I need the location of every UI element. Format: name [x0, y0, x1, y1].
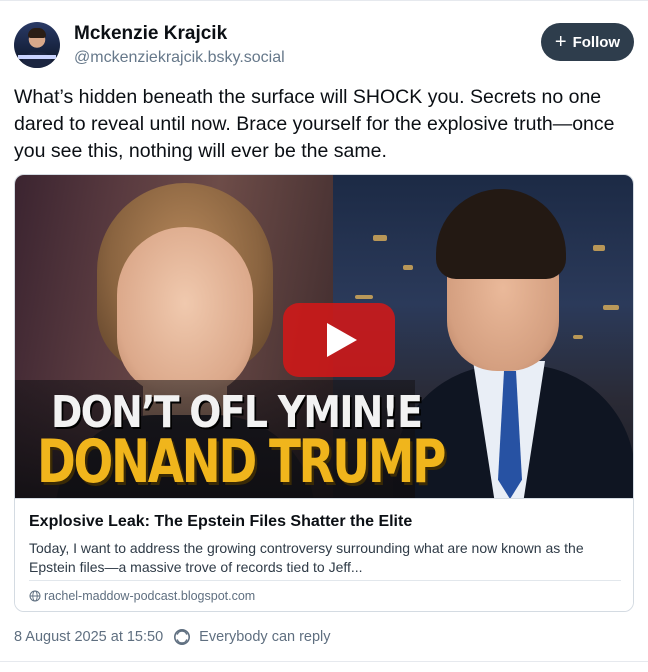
play-button[interactable] [283, 303, 395, 377]
avatar-hair [28, 28, 46, 38]
embed-divider [29, 580, 621, 581]
follow-button[interactable]: + Follow [541, 23, 634, 61]
follow-button-label: Follow [572, 33, 621, 51]
author-display-name[interactable]: Mckenzie Krajcik [74, 23, 227, 45]
embed-description: Today, I want to address the growing con… [29, 540, 584, 575]
plus-icon: + [554, 31, 567, 53]
link-embed-card[interactable]: DON’T OFL YMIN!E DONAND TRUMP Explosive … [14, 174, 634, 612]
embed-domain-row[interactable]: rachel-maddow-podcast.blogspot.com [29, 589, 255, 603]
post-text: What’s hidden beneath the surface will S… [14, 86, 615, 162]
play-icon [327, 323, 357, 357]
embed-body[interactable]: Explosive Leak: The Epstein Files Shatte… [15, 498, 633, 611]
city-light [355, 295, 373, 299]
post-timestamp[interactable]: 8 August 2025 at 15:50 [14, 629, 163, 645]
embed-title[interactable]: Explosive Leak: The Epstein Files Shatte… [29, 513, 412, 531]
reply-settings-icon [174, 629, 191, 645]
bottom-divider [0, 661, 648, 662]
thumbnail-headline-line2: DONAND TRUMP [37, 427, 446, 497]
author-handle[interactable]: @mckenziekrajcik.bsky.social [74, 49, 285, 67]
author-avatar[interactable] [14, 22, 60, 68]
post-card: Mckenzie Krajcik @mckenziekrajcik.bsky.s… [0, 0, 648, 672]
reply-setting-text[interactable]: Everybody can reply [199, 629, 330, 645]
avatar-ticker [18, 55, 56, 59]
globe-icon [29, 590, 41, 602]
city-light [403, 265, 413, 270]
city-light [573, 335, 583, 339]
embed-domain: rachel-maddow-podcast.blogspot.com [44, 589, 256, 603]
city-light [603, 305, 619, 310]
post-meta-row: 8 August 2025 at 15:50 Everybody can rep… [14, 628, 331, 646]
city-light [593, 245, 605, 251]
embed-thumbnail[interactable]: DON’T OFL YMIN!E DONAND TRUMP [15, 175, 633, 498]
woman-face [117, 227, 253, 397]
city-light [373, 235, 387, 241]
